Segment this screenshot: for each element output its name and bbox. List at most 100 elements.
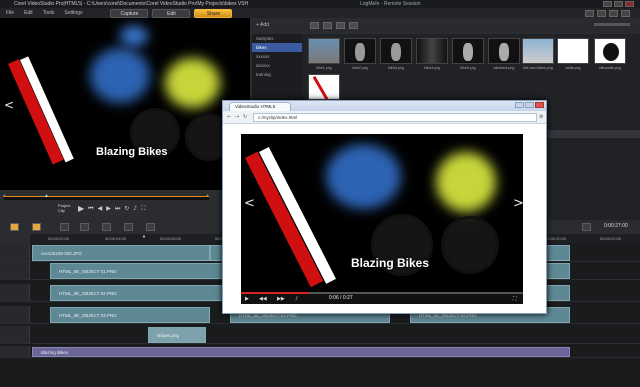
video-forward-icon[interactable]: ▶▶ [277,296,285,302]
timeline-clip[interactable]: cxx126108-002.JPG [32,245,210,261]
library-thumbnail[interactable] [344,38,376,64]
thumbnail-size-slider[interactable] [594,23,630,26]
library-thumbnail[interactable] [308,38,340,64]
redo-icon[interactable] [80,223,89,231]
folder-bikes[interactable]: bikes [252,43,302,52]
video-left-arrow[interactable]: < [244,196,255,211]
timeline-clip[interactable]: HTML_5E_OBJECT 02.PNG [50,285,230,301]
menu-settings[interactable]: Settings [64,10,82,16]
maximize-button[interactable] [614,1,623,7]
timeline-clip[interactable]: HTML_5E_OBJECT 03.PNG [50,307,210,323]
thumbnail-label: bike2.png [352,66,368,70]
preview-scrubber[interactable] [4,196,209,200]
browser-maximize-icon[interactable] [525,102,534,108]
menu-edit[interactable]: Edit [24,10,33,16]
trim-in-icon[interactable]: ▲ [2,193,7,199]
folder-4[interactable]: dxxxxx [252,61,302,70]
video-rewind-icon[interactable]: ◀◀ [259,296,267,302]
back-icon[interactable]: ← [227,114,231,120]
track-header[interactable] [0,326,30,343]
video-volume-icon[interactable]: ♪ [295,296,298,302]
library-thumbnail[interactable] [380,38,412,64]
folder-training[interactable]: training [252,70,302,79]
forward-icon[interactable]: → [235,114,239,120]
playhead-icon[interactable]: ▲ [44,193,49,199]
photo-filter-icon[interactable] [336,22,345,29]
address-bar[interactable]: c:/myclip/index.html [253,113,537,122]
library-thumbnail[interactable] [488,38,520,64]
record-icon[interactable] [102,223,111,231]
volume-icon[interactable]: ♪ [133,205,137,212]
play-mode[interactable]: Project Clip [58,203,70,213]
folder-samples[interactable]: Samples [252,34,302,43]
preview-caption: Blazing Bikes [96,146,168,158]
play-icon[interactable]: ▶ [78,204,84,213]
menu-tools[interactable]: Tools [43,10,55,16]
ruler-tick: 00:00:04:00 [105,236,127,241]
undo-icon[interactable] [60,223,69,231]
end-icon[interactable]: ⏭ [115,205,120,213]
options-bar[interactable] [540,130,640,138]
tab-capture[interactable]: Capture [110,8,149,18]
folder-3[interactable]: sxxxxx [252,52,302,61]
preview-left-arrow[interactable]: < [4,98,14,112]
timeline-view-icon[interactable] [32,223,41,231]
browser-minimize-icon[interactable] [515,102,524,108]
track-header[interactable] [0,306,30,323]
mixer-icon[interactable] [124,223,133,231]
video-filter-icon[interactable] [323,22,332,29]
step-forward-icon[interactable]: ▶ [106,205,111,212]
red-stripe [245,151,324,288]
video-progress-bar[interactable] [241,292,523,294]
timeline-clip[interactable]: stripes.png [148,327,206,343]
maximize-app-icon[interactable] [609,9,618,17]
help-icon[interactable] [585,9,594,17]
html5-video[interactable]: Blazing Bikes < > [241,134,523,292]
tab-share[interactable]: Share [194,8,233,18]
audio-filter-icon[interactable] [349,22,358,29]
track-header[interactable] [0,244,30,261]
track-header[interactable] [0,284,30,301]
trim-out-icon[interactable]: ▲ [205,193,210,199]
tab-edit[interactable]: Edit [152,8,191,18]
minimize-app-icon[interactable] [597,9,606,17]
browser-tab[interactable]: VideoStudio HTML5 [229,102,291,111]
close-button[interactable] [625,1,634,7]
library-thumbnail[interactable] [416,38,448,64]
track-header[interactable] [0,346,30,357]
auto-music-icon[interactable] [146,223,155,231]
timeline-playhead[interactable]: ▼ [142,234,146,239]
thumbnail-label: bikeback.png [493,66,515,70]
storyboard-view-icon[interactable] [10,223,19,231]
library-thumbnail[interactable] [308,74,340,101]
video-fullscreen-icon[interactable]: ⛶ [513,296,517,302]
library-thumbnail[interactable] [594,38,626,64]
minimize-button[interactable] [603,1,612,7]
mode-clip[interactable]: Clip [58,208,70,213]
wrench-icon[interactable]: ⚙ [539,114,543,120]
title-clip[interactable]: Blazing Bikes [32,347,570,357]
video-right-arrow[interactable]: > [513,196,523,211]
timeline-clip[interactable]: HTML_5E_OBJECT 01.PNG [50,263,230,279]
browser-close-icon[interactable] [535,102,544,108]
fullscreen-icon[interactable]: ⛶ [141,205,145,213]
thumbnail-label: bike5.png [460,66,476,70]
video-play-icon[interactable]: ▶ [245,296,249,302]
close-app-icon[interactable] [621,9,630,17]
folder-icon[interactable] [310,22,319,29]
library-thumbnail[interactable] [522,38,554,64]
thumbnail-label: title-card-blank.png [523,66,553,70]
library-thumbnail[interactable] [452,38,484,64]
home-icon[interactable]: ⏮ [88,205,93,213]
preview-controls: ▲ ▲ ▲ Project Clip ▶ ⏮ ◀ ▶ ⏭ ↻ ♪ ⛶ [0,190,250,216]
track-header[interactable] [0,262,30,279]
menu-file[interactable]: File [6,10,14,16]
toolbar-right [585,9,640,17]
library-thumbnail[interactable] [557,38,589,64]
rider-yellow-jersey [165,58,220,108]
zoom-out-icon[interactable] [582,223,591,231]
repeat-icon[interactable]: ↻ [124,205,129,212]
add-folder-button[interactable]: + Add [256,22,269,28]
step-back-icon[interactable]: ◀ [98,205,103,212]
reload-icon[interactable]: ↻ [243,114,247,120]
